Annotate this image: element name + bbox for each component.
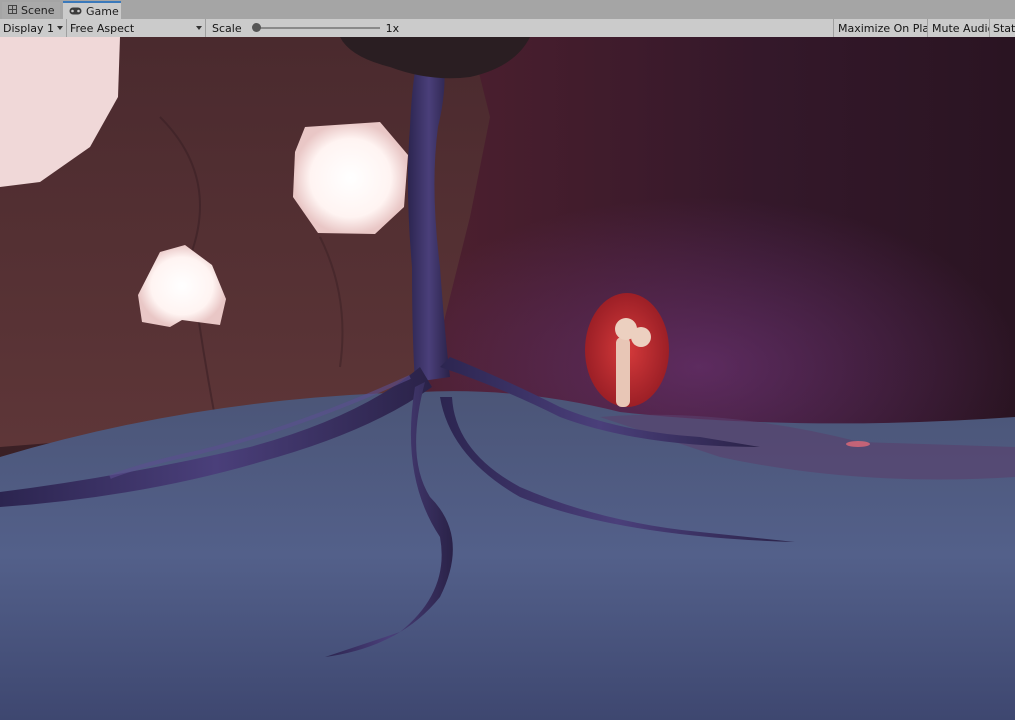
scale-slider-track bbox=[254, 27, 380, 29]
grid-icon bbox=[8, 4, 17, 17]
bone bbox=[616, 337, 630, 407]
tab-scene-label: Scene bbox=[21, 4, 55, 17]
cave-floor bbox=[0, 391, 1015, 720]
aspect-dropdown-label: Free Aspect bbox=[70, 21, 135, 35]
maximize-on-play-toggle[interactable]: Maximize On Play bbox=[834, 19, 928, 37]
window-tab-bar: Scene Game bbox=[0, 0, 1015, 20]
scale-slider-thumb[interactable] bbox=[251, 23, 261, 32]
tab-scene[interactable]: Scene bbox=[2, 2, 60, 19]
scale-control: Scale 1x bbox=[206, 19, 834, 37]
tab-game[interactable]: Game bbox=[63, 1, 121, 19]
maximize-on-play-label: Maximize On Play bbox=[838, 21, 928, 35]
stats-label: Stats bbox=[993, 21, 1015, 35]
scale-label: Scale bbox=[212, 21, 242, 35]
game-render bbox=[0, 37, 1015, 720]
scale-slider[interactable] bbox=[251, 19, 380, 37]
game-viewport[interactable] bbox=[0, 37, 1015, 720]
display-dropdown[interactable]: Display 1 bbox=[0, 19, 67, 37]
mute-audio-toggle[interactable]: Mute Audio bbox=[928, 19, 990, 37]
gamepad-icon bbox=[69, 5, 82, 18]
glowing-hole bbox=[293, 122, 408, 234]
display-dropdown-label: Display 1 bbox=[3, 21, 55, 35]
scale-value: 1x bbox=[385, 21, 400, 35]
mute-audio-label: Mute Audio bbox=[932, 21, 990, 35]
tab-game-label: Game bbox=[86, 4, 119, 18]
chevron-down-icon bbox=[57, 26, 63, 30]
game-view-toolbar: Display 1 Free Aspect Scale 1x Maximize … bbox=[0, 19, 1015, 38]
aspect-dropdown[interactable]: Free Aspect bbox=[67, 19, 206, 37]
stats-toggle[interactable]: Stats bbox=[990, 19, 1015, 37]
chevron-down-icon bbox=[196, 26, 202, 30]
